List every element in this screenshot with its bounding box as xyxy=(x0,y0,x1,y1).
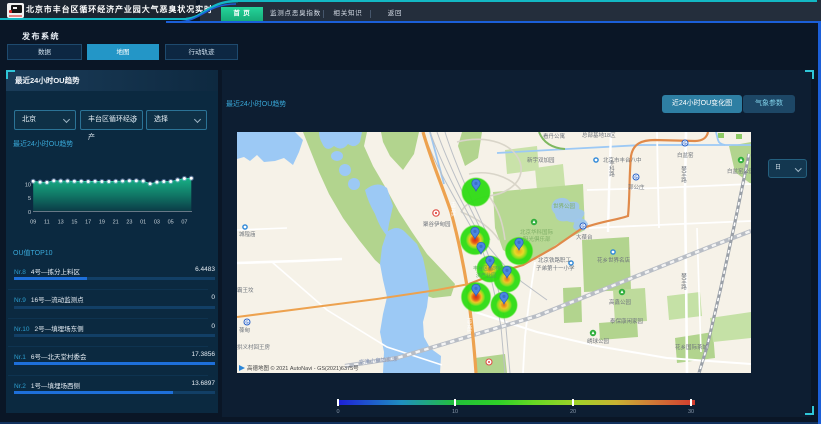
svg-text:5: 5 xyxy=(28,196,31,202)
svg-text:北京铁路职工: 北京铁路职工 xyxy=(538,256,572,264)
svg-text:北京华科国际: 北京华科国际 xyxy=(520,228,554,236)
svg-text:花乡世界名店: 花乡世界名店 xyxy=(597,256,631,264)
svg-text:阳光倶乐部: 阳光倶乐部 xyxy=(523,235,551,243)
svg-text:子弟第十一小学: 子弟第十一小学 xyxy=(536,264,575,272)
svg-text:世界公园: 世界公园 xyxy=(553,202,576,210)
svg-text:白盆窑: 白盆窑 xyxy=(677,151,694,159)
svg-text:志云环: 志云环 xyxy=(450,201,456,218)
svg-text:白盆窑公园: 白盆窑公园 xyxy=(727,167,751,175)
svg-text:07: 07 xyxy=(181,220,187,226)
svg-text:看丹公寓: 看丹公寓 xyxy=(543,132,566,140)
svg-text:23: 23 xyxy=(126,220,132,226)
svg-text:05: 05 xyxy=(168,220,174,226)
svg-text:樊羊路: 樊羊路 xyxy=(680,272,687,291)
svg-text:樊羊路: 樊羊路 xyxy=(680,165,687,184)
svg-text:绣球公园: 绣球公园 xyxy=(587,337,610,345)
svg-text:10: 10 xyxy=(25,182,31,188)
svg-text:城隍庙: 城隍庙 xyxy=(239,230,256,238)
svg-text:泰保康闲家园: 泰保康闲家园 xyxy=(610,317,644,325)
svg-text:丰台区循环经: 丰台区循环经 xyxy=(473,265,503,272)
svg-text:拱义村回王房: 拱义村回王房 xyxy=(237,343,271,351)
svg-text:高德地图 © 2021 AutoNavi - GS(2021: 高德地图 © 2021 AutoNavi - GS(2021)6375号 xyxy=(247,364,359,372)
svg-text:0: 0 xyxy=(28,210,31,216)
svg-text:17: 17 xyxy=(85,220,91,226)
svg-text:高鑫公园: 高鑫公园 xyxy=(609,298,632,306)
svg-text:01: 01 xyxy=(140,220,146,226)
svg-text:03: 03 xyxy=(154,220,160,226)
svg-text:13: 13 xyxy=(58,220,64,226)
svg-text:21: 21 xyxy=(113,220,119,226)
svg-text:霸王坟: 霸王坟 xyxy=(237,286,254,294)
svg-text:花乡国际茶城: 花乡国际茶城 xyxy=(675,343,709,351)
svg-text:济产业园: 济产业园 xyxy=(476,272,496,279)
svg-text:新宇双加园: 新宇双加园 xyxy=(527,156,555,164)
svg-text:大葆台: 大葆台 xyxy=(576,233,593,241)
svg-text:丰科路: 丰科路 xyxy=(608,159,615,178)
svg-text:葆甸: 葆甸 xyxy=(239,326,251,334)
svg-text:总部基地18区: 总部基地18区 xyxy=(582,132,616,139)
svg-text:志云环: 志云环 xyxy=(466,317,472,334)
svg-text:19: 19 xyxy=(99,220,105,226)
svg-text:15: 15 xyxy=(71,220,77,226)
svg-text:聚谷伊甸园: 聚谷伊甸园 xyxy=(423,220,451,228)
svg-text:郭公庄: 郭公庄 xyxy=(628,183,645,191)
svg-text:09: 09 xyxy=(30,220,36,226)
svg-text:11: 11 xyxy=(44,220,50,226)
